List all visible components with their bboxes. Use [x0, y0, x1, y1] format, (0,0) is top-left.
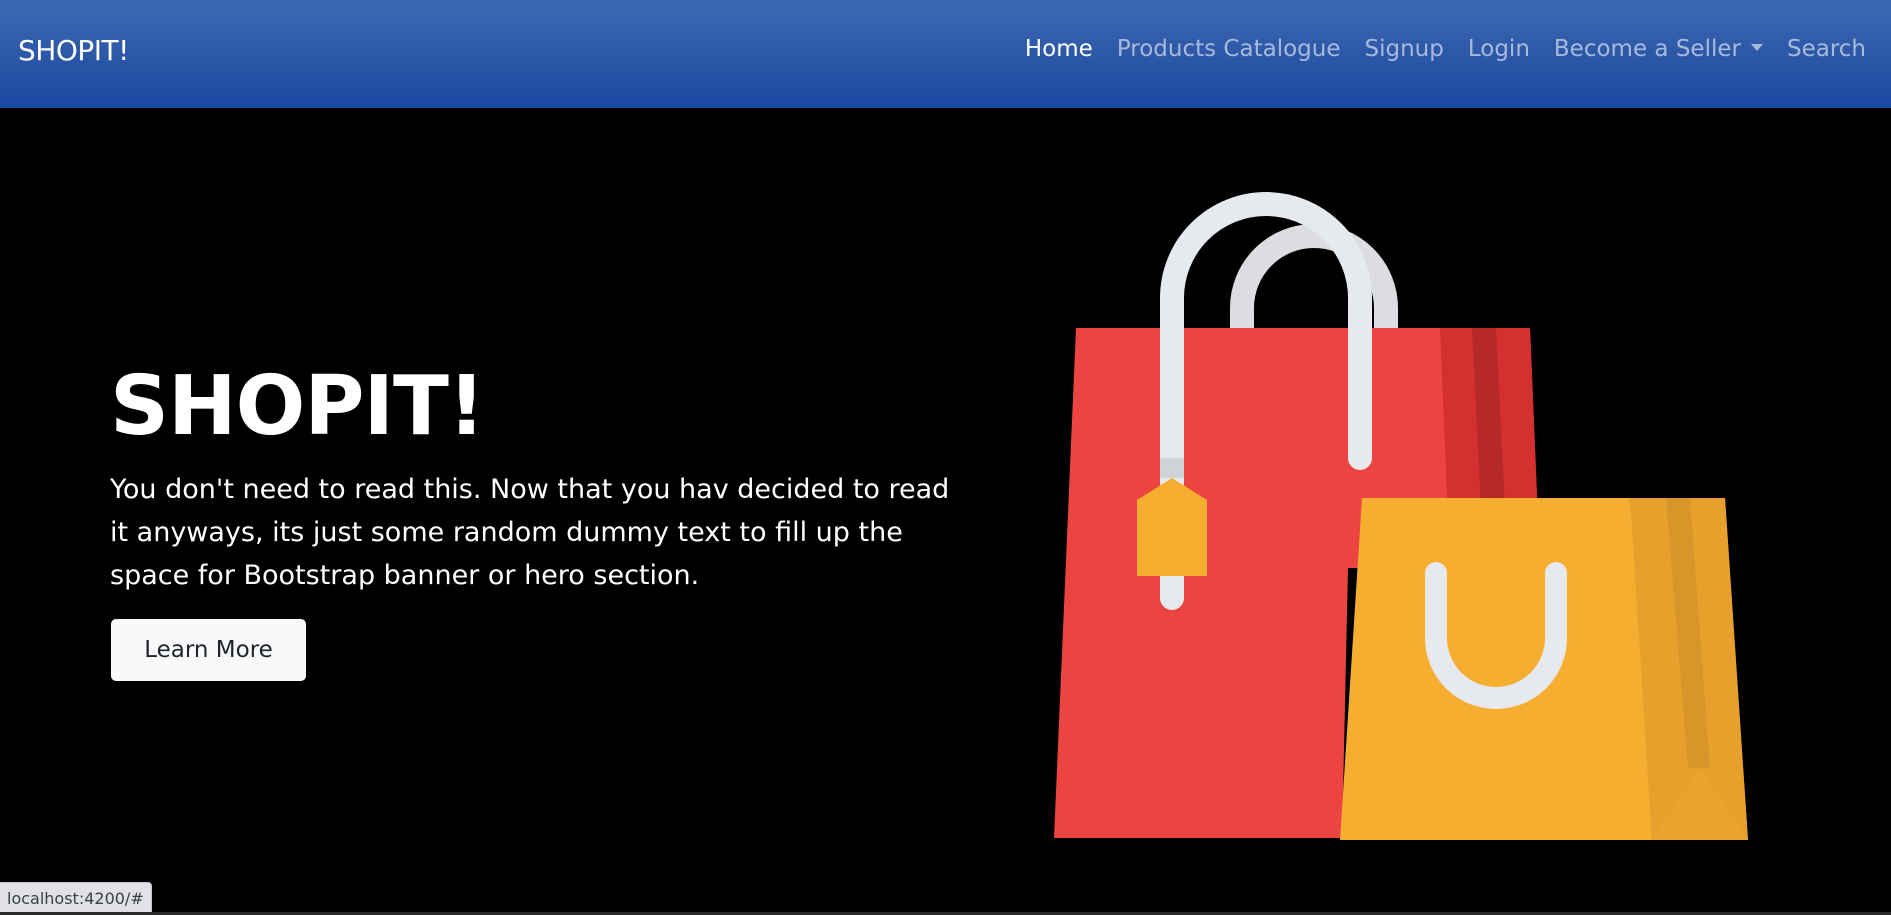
nav-link-login[interactable]: Login — [1468, 38, 1530, 61]
caret-down-icon — [1750, 44, 1763, 51]
nav-links: Home Products Catalogue Signup Login Bec… — [1025, 38, 1866, 61]
hero-description: You don't need to read this. Now that yo… — [110, 474, 950, 591]
shopping-bags-icon — [1054, 192, 1748, 840]
hero-title: SHOPIT! — [110, 359, 485, 454]
hero-section: SHOPIT! You don't need to read this. Now… — [0, 108, 1891, 915]
nav-link-signup[interactable]: Signup — [1365, 38, 1444, 61]
browser-status-url: localhost:4200/# — [0, 882, 152, 914]
nav-dropdown-become-seller[interactable]: Become a Seller — [1554, 38, 1763, 61]
nav-dropdown-label: Become a Seller — [1553, 36, 1741, 62]
nav-link-home[interactable]: Home — [1025, 38, 1093, 61]
nav-link-search[interactable]: Search — [1787, 38, 1866, 61]
navbar: SHOPIT! Home Products Catalogue Signup L… — [0, 0, 1891, 108]
learn-more-button[interactable]: Learn More — [111, 619, 306, 681]
nav-link-products-catalogue[interactable]: Products Catalogue — [1117, 38, 1341, 61]
brand-logo-text[interactable]: SHOPIT! — [18, 37, 129, 65]
